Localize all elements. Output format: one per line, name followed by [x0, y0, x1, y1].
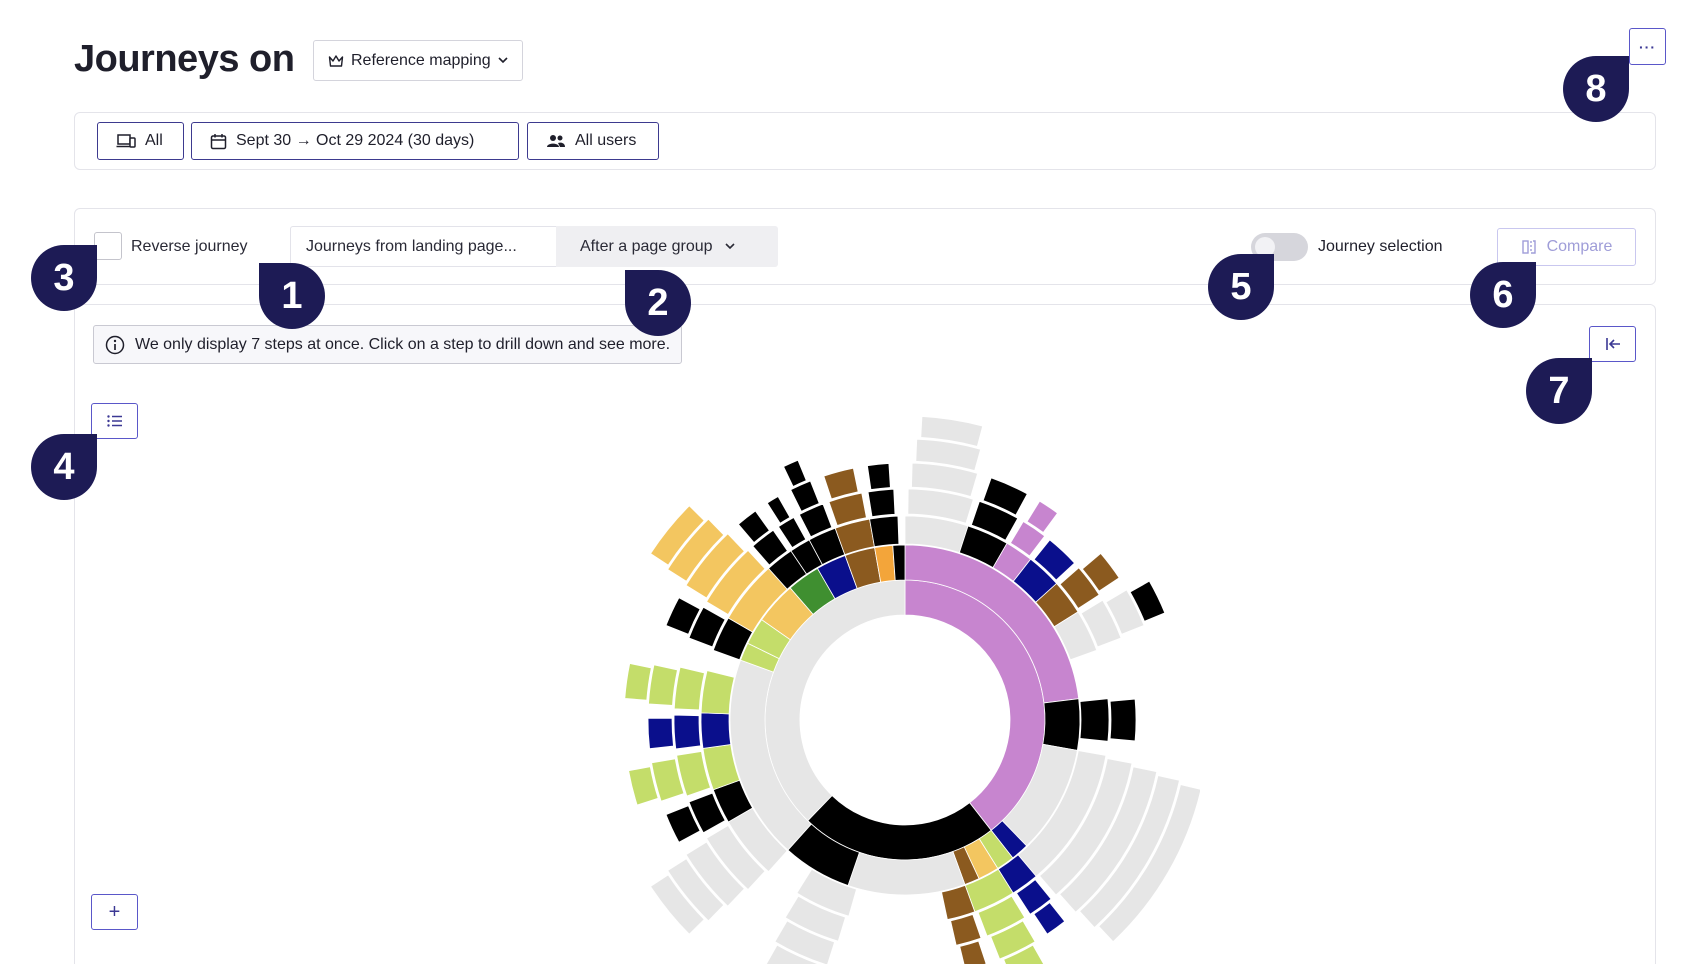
callout-3: 3	[31, 245, 97, 311]
callout-1: 1	[259, 263, 325, 329]
steps-info-banner: We only display 7 steps at once. Click o…	[93, 325, 683, 364]
list-icon	[106, 415, 123, 427]
date-range-label: Sept 30 → Oct 29 2024 (30 days)	[236, 132, 475, 149]
devices-icon	[116, 133, 136, 149]
compare-label: Compare	[1546, 238, 1613, 255]
sunburst-segment[interactable]	[624, 663, 652, 701]
sunburst-segment[interactable]	[1042, 698, 1081, 751]
crown-icon	[328, 54, 344, 68]
compare-icon	[1521, 239, 1537, 255]
reverse-journey-label: Reverse journey	[131, 238, 248, 255]
sunburst-segment[interactable]	[823, 467, 859, 500]
sunburst-segment[interactable]	[1079, 698, 1110, 742]
sunburst-segment[interactable]	[700, 712, 732, 749]
sunburst-segment[interactable]	[867, 488, 896, 518]
page-group-label: After a page group	[580, 237, 713, 255]
reverse-journey-checkbox[interactable]	[94, 232, 122, 260]
sunburst-segment[interactable]	[700, 670, 735, 715]
calendar-icon	[210, 133, 227, 150]
plus-icon: +	[108, 900, 121, 923]
legend-list-button[interactable]	[91, 403, 138, 439]
sunburst-segment[interactable]	[950, 914, 982, 946]
sunburst-segment[interactable]	[766, 495, 791, 524]
compare-button[interactable]: Compare	[1497, 228, 1636, 266]
chevron-down-icon	[498, 57, 508, 64]
journey-selection-label: Journey selection	[1318, 238, 1443, 255]
callout-7: 7	[1526, 358, 1592, 424]
sunburst-segment[interactable]	[869, 515, 900, 548]
sunburst-segment[interactable]	[673, 714, 702, 750]
sunburst-segment[interactable]	[867, 463, 891, 490]
callout-5: 5	[1208, 254, 1274, 320]
sunburst-segment[interactable]	[647, 717, 674, 750]
sunburst-segment[interactable]	[648, 664, 678, 706]
steps-info-text: We only display 7 steps at once. Click o…	[135, 335, 671, 353]
chevron-down-icon	[724, 243, 735, 250]
date-range-chip[interactable]: Sept 30 → Oct 29 2024 (30 days)	[191, 122, 519, 160]
callout-6: 6	[1470, 262, 1536, 328]
journey-type-option[interactable]: Journeys from landing page...	[290, 226, 557, 267]
device-filter-chip[interactable]: All	[97, 122, 184, 160]
sunburst-segment[interactable]	[1109, 698, 1137, 742]
zoom-in-button[interactable]: +	[91, 894, 138, 930]
page-group-dropdown[interactable]: After a page group	[556, 226, 778, 267]
callout-2: 2	[625, 270, 691, 336]
device-filter-label: All	[145, 132, 163, 149]
callout-8: 8	[1563, 56, 1629, 122]
info-icon	[105, 335, 125, 355]
arrow-left-to-line-icon	[1605, 337, 1621, 351]
sunburst-segment[interactable]	[959, 940, 987, 964]
reference-mapping-label: Reference mapping	[351, 51, 491, 69]
sunburst-segment[interactable]	[892, 544, 906, 581]
segment-filter-label: All users	[575, 132, 637, 149]
callout-4: 4	[31, 434, 97, 500]
sunburst-segment[interactable]	[783, 459, 807, 487]
journey-type-label: Journeys from landing page...	[306, 237, 517, 255]
page-title: Journeys on	[74, 38, 295, 80]
users-icon	[546, 134, 566, 148]
journey-sunburst-chart[interactable]	[600, 380, 1200, 964]
more-options-button[interactable]: ···	[1629, 28, 1666, 65]
more-icon: ···	[1639, 38, 1656, 55]
reference-mapping-dropdown[interactable]: Reference mapping	[313, 40, 523, 81]
sunburst-segment[interactable]	[673, 666, 705, 711]
collapse-panel-button[interactable]	[1589, 326, 1636, 362]
segment-filter-chip[interactable]: All users	[527, 122, 659, 160]
